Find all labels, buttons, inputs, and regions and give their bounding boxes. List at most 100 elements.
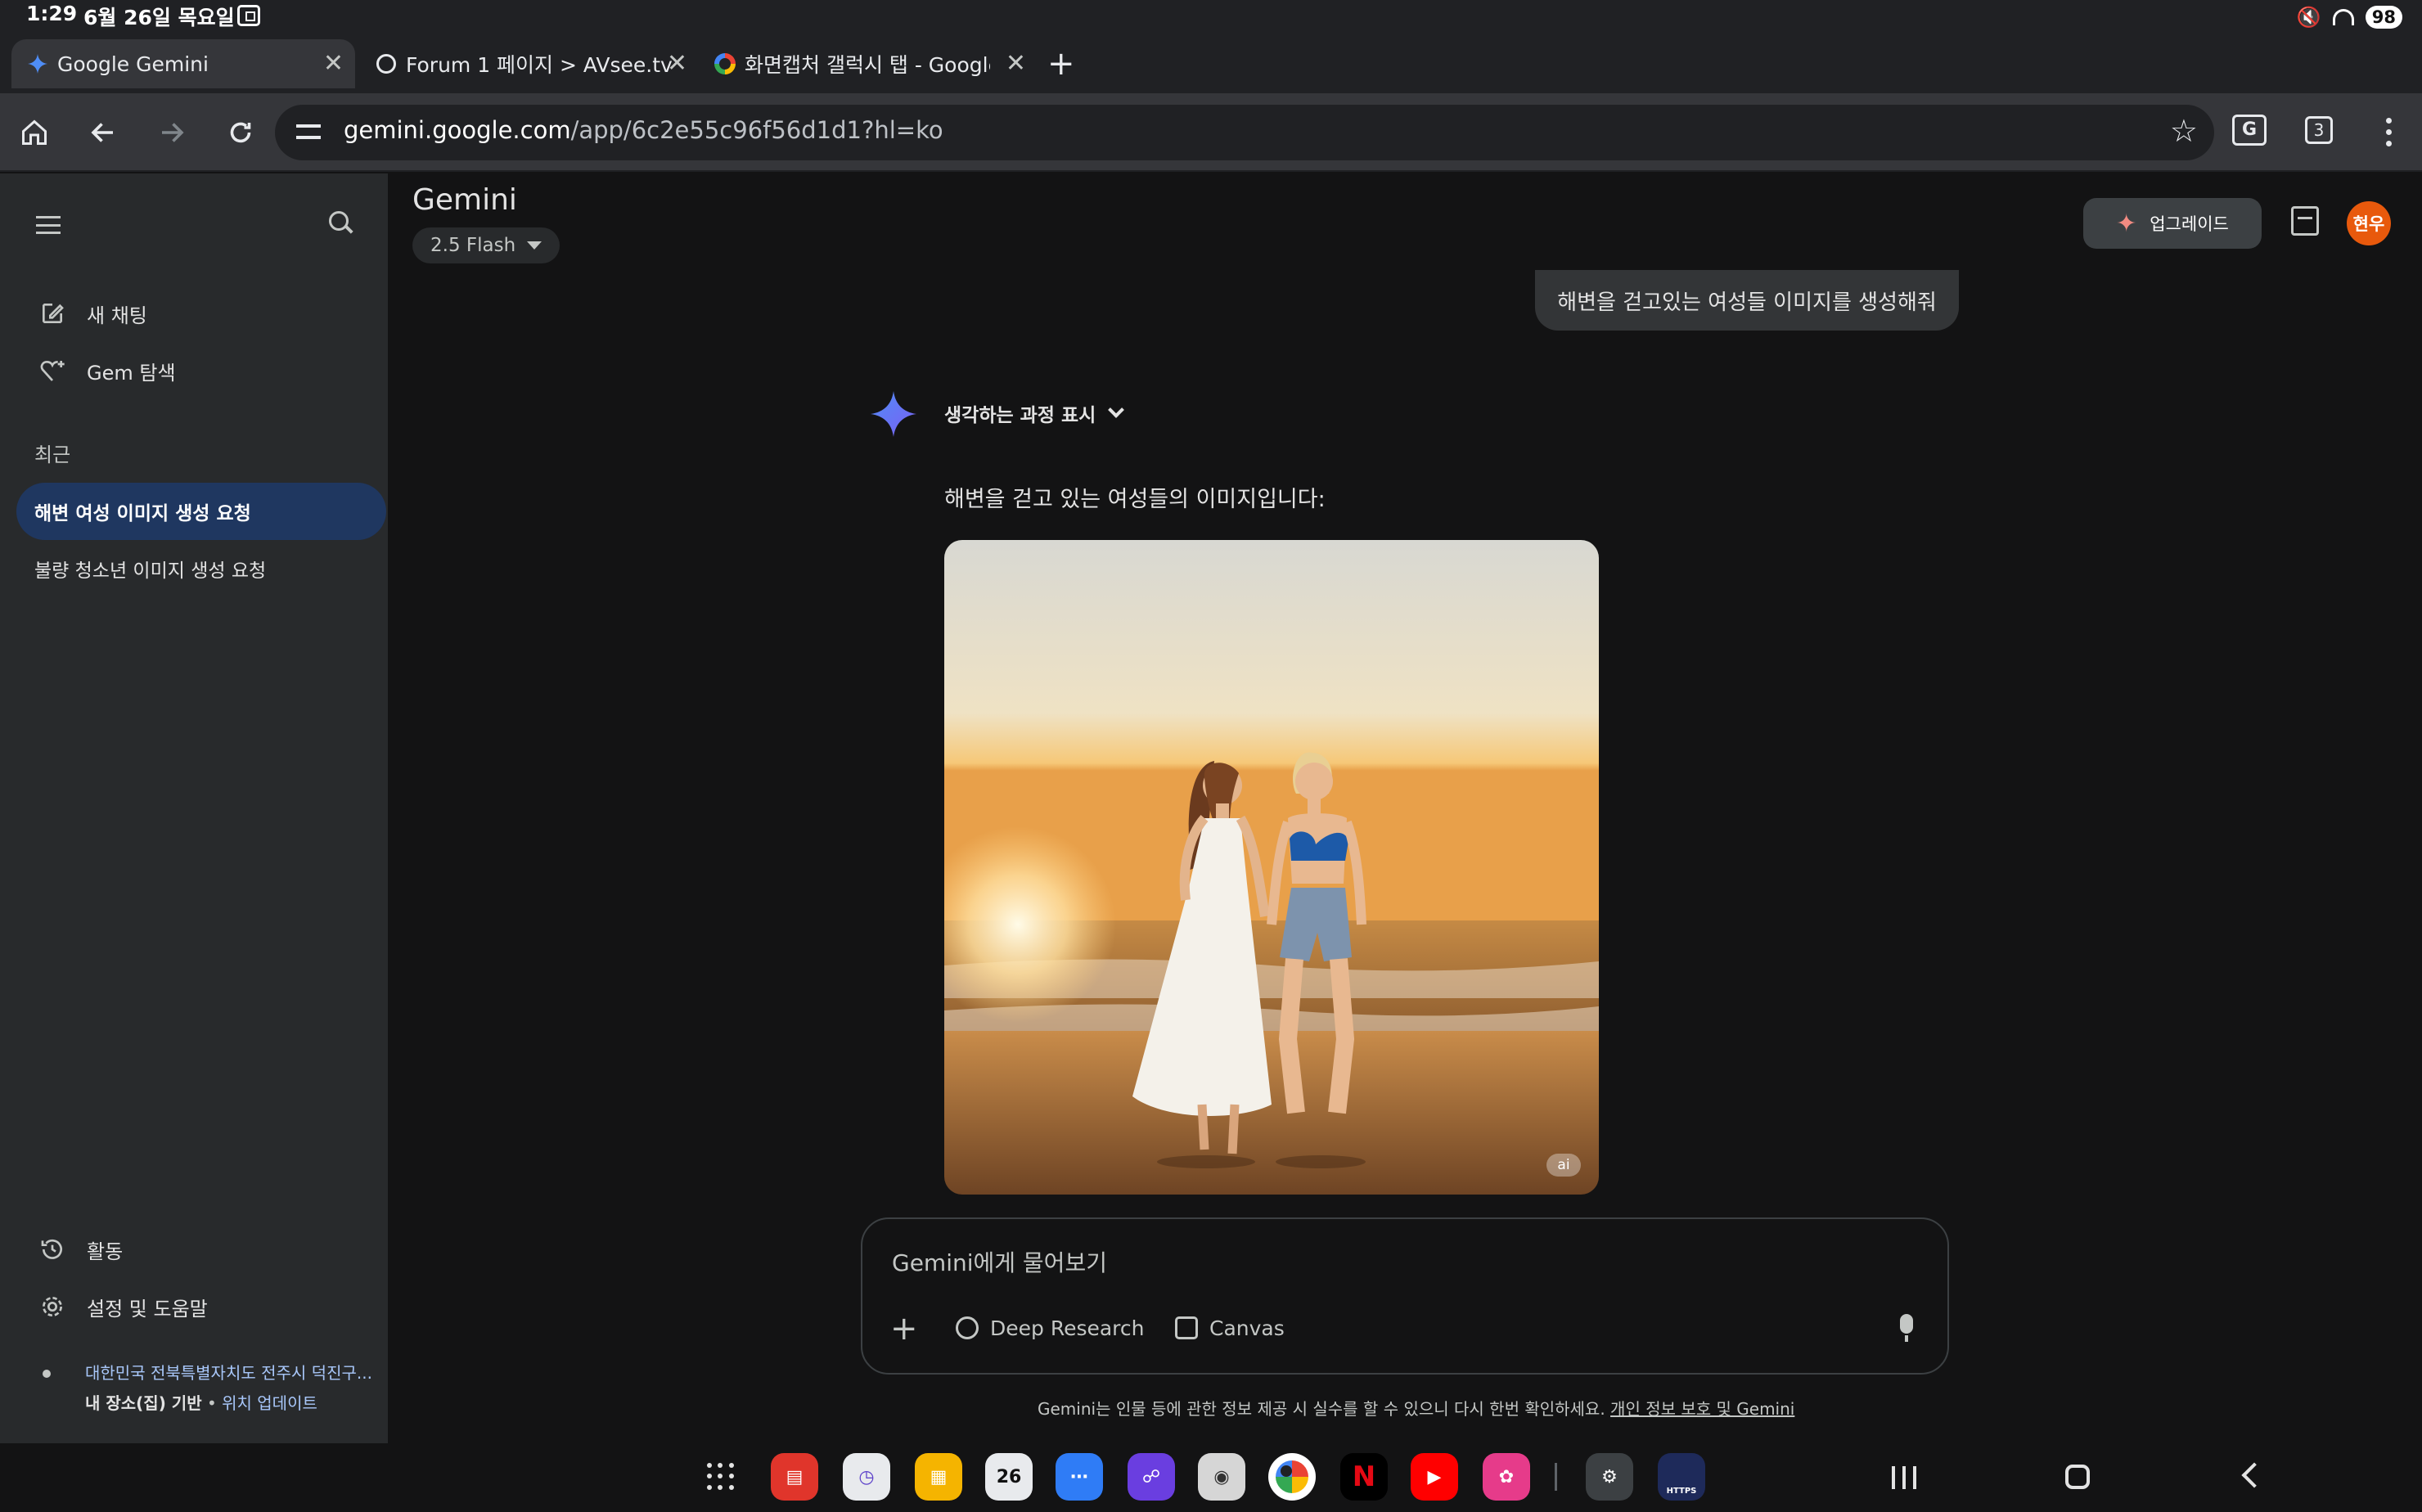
system-nav-bar: ▤ ◷ ▦ 26 ⋯ ☍ ◉ N ▶ ✿ ⚙ HTTPS xyxy=(0,1443,2422,1512)
bookmark-star-icon[interactable]: ☆ xyxy=(2170,113,2198,149)
youtube-app-icon[interactable]: ▶ xyxy=(1411,1453,1458,1501)
sidebar-item-settings[interactable]: 설정 및 도움말 xyxy=(16,1280,386,1334)
status-date: 6월 26일 목요일 xyxy=(83,6,235,29)
recents-button[interactable] xyxy=(1892,1466,1916,1489)
netflix-app-icon[interactable]: N xyxy=(1340,1453,1388,1501)
tab-title: Google Gemini xyxy=(57,52,209,76)
prompt-input-box[interactable]: Gemini에게 물어보기 + Deep Research Canvas xyxy=(861,1217,1949,1375)
files-app-icon[interactable]: ▦ xyxy=(915,1453,962,1501)
archive-icon[interactable] xyxy=(2291,206,2319,236)
translate-icon[interactable]: G xyxy=(2232,115,2267,146)
deep-research-button[interactable]: Deep Research xyxy=(956,1307,1145,1348)
model-name: 2.5 Flash xyxy=(430,235,516,256)
dock-divider xyxy=(1555,1463,1557,1491)
browser-toolbar: gemini.google.com/app/6c2e55c96f56d1d1?h… xyxy=(0,93,2422,172)
forward-button[interactable] xyxy=(151,111,193,154)
reload-button[interactable] xyxy=(219,111,262,154)
arrow-left-icon xyxy=(91,123,113,142)
settings-icon xyxy=(36,1290,69,1323)
edit-icon xyxy=(36,297,69,330)
sidebar-item-label: 활동 xyxy=(87,1240,124,1263)
https-app-icon[interactable]: HTTPS xyxy=(1658,1453,1705,1501)
show-thinking-toggle[interactable]: 생각하는 과정 표시 xyxy=(944,399,1125,427)
messages-app-icon[interactable]: ⋯ xyxy=(1056,1453,1103,1501)
arrow-right-icon xyxy=(162,123,184,142)
recent-chat-item[interactable]: 해변 여성 이미지 생성 요청 xyxy=(16,483,386,540)
tab-google-gemini[interactable]: Google Gemini ✕ xyxy=(11,39,355,88)
disclaimer-text: Gemini는 인물 등에 관한 정보 제공 시 실수를 할 수 있으니 다시 … xyxy=(1038,1399,1611,1419)
generated-image[interactable]: ai xyxy=(944,540,1599,1195)
microphone-icon[interactable] xyxy=(1900,1314,1913,1342)
tab-switcher-button[interactable]: 3 xyxy=(2305,116,2333,144)
internet-app-icon[interactable]: ☍ xyxy=(1128,1453,1175,1501)
upgrade-button[interactable]: ✦ 업그레이드 xyxy=(2083,198,2262,249)
user-message: 해변을 걷고있는 여성들 이미지를 생성해줘 xyxy=(1535,270,1959,331)
sidebar-item-new-chat[interactable]: 새 채팅 xyxy=(16,286,386,340)
app-drawer-icon[interactable] xyxy=(707,1463,735,1491)
address-url[interactable]: gemini.google.com/app/6c2e55c96f56d1d1?h… xyxy=(344,116,943,144)
home-icon xyxy=(22,119,47,145)
home-button[interactable] xyxy=(13,111,56,154)
model-selector[interactable]: 2.5 Flash xyxy=(412,227,560,263)
add-attachment-button[interactable]: + xyxy=(890,1312,918,1345)
calendar-app-icon[interactable]: 26 xyxy=(985,1453,1033,1501)
status-time: 1:29 xyxy=(26,2,78,25)
location-basis-row: 내 장소(집) 기반 • 위치 업데이트 xyxy=(85,1390,412,1414)
sidebar-item-activity[interactable]: 활동 xyxy=(16,1222,386,1276)
url-host: gemini.google.com xyxy=(344,116,571,144)
canvas-label: Canvas xyxy=(1209,1316,1285,1340)
address-bar[interactable]: gemini.google.com/app/6c2e55c96f56d1d1?h… xyxy=(275,105,2214,160)
status-bar: 1:29 6월 26일 목요일 🔇 98 xyxy=(0,0,2422,34)
recent-chat-item[interactable]: 불량 청소년 이미지 생성 요청 xyxy=(16,540,386,597)
disclaimer: Gemini는 인물 등에 관한 정보 제공 시 실수를 할 수 있으니 다시 … xyxy=(1038,1396,1794,1420)
upgrade-label: 업그레이드 xyxy=(2150,214,2229,234)
settings-app-icon[interactable]: ⚙ xyxy=(1586,1453,1633,1501)
tab-title: 화면캡처 갤럭시 탭 - Google 검 xyxy=(745,53,990,77)
avatar[interactable]: 현우 xyxy=(2347,201,2391,245)
sidebar: 새 채팅 Gem 탐색 최근 해변 여성 이미지 생성 요청 불량 청소년 이미… xyxy=(0,173,388,1443)
location-basis: 내 장소(집) 기반 xyxy=(85,1393,202,1413)
close-icon[interactable]: ✕ xyxy=(323,49,344,79)
location-info: 대한민국 전북특별자치도 전주시 덕진구... 내 장소(집) 기반 • 위치 … xyxy=(85,1360,412,1414)
wifi-icon xyxy=(2332,9,2354,25)
google-logo-icon xyxy=(714,52,736,75)
menu-icon[interactable] xyxy=(36,216,61,234)
clock-app-icon[interactable]: ◷ xyxy=(843,1453,890,1501)
sidebar-item-label: 새 채팅 xyxy=(87,304,147,327)
back-button[interactable] xyxy=(82,111,124,154)
thinking-label: 생각하는 과정 표시 xyxy=(944,405,1096,426)
prompt-placeholder[interactable]: Gemini에게 물어보기 xyxy=(892,1245,1107,1278)
location-dot-icon xyxy=(43,1370,51,1378)
status-indicators: 🔇 98 xyxy=(2297,3,2402,31)
home-nav-button[interactable] xyxy=(2065,1465,2090,1489)
camera-app-icon[interactable]: ◉ xyxy=(1198,1453,1245,1501)
tab-google-search[interactable]: 화면캡처 갤럭시 탭 - Google 검 ✕ xyxy=(699,39,1038,88)
chrome-app-icon[interactable] xyxy=(1268,1453,1316,1501)
globe-icon xyxy=(375,52,398,75)
back-nav-button[interactable] xyxy=(2241,1462,2267,1488)
canvas-icon xyxy=(1175,1316,1198,1339)
sidebar-item-gem-explore[interactable]: Gem 탐색 xyxy=(16,344,386,398)
gallery-app-icon[interactable]: ✿ xyxy=(1483,1453,1530,1501)
site-info-icon[interactable] xyxy=(296,119,321,144)
sidebar-item-label: Gem 탐색 xyxy=(87,361,176,385)
response-text: 해변을 걷고 있는 여성들의 이미지입니다: xyxy=(944,487,1326,512)
url-path: /app/6c2e55c96f56d1d1?hl=ko xyxy=(570,116,943,144)
new-tab-button[interactable]: + xyxy=(1047,44,1075,83)
tab-strip: Google Gemini ✕ Forum 1 페이지 > AVsee.tv ✕… xyxy=(0,34,2422,93)
ai-generated-badge: ai xyxy=(1546,1154,1581,1177)
privacy-link[interactable]: 개인 정보 보호 및 Gemini xyxy=(1610,1399,1794,1419)
more-menu-icon[interactable] xyxy=(2376,115,2401,149)
gemini-spark-icon xyxy=(26,52,49,75)
tab-avsee[interactable]: Forum 1 페이지 > AVsee.tv ✕ xyxy=(360,39,699,88)
update-location-link[interactable]: 위치 업데이트 xyxy=(222,1393,317,1413)
close-icon[interactable]: ✕ xyxy=(667,49,687,79)
recent-section-title: 최근 xyxy=(34,443,71,466)
location-address: 대한민국 전북특별자치도 전주시 덕진구... xyxy=(85,1363,372,1383)
close-icon[interactable]: ✕ xyxy=(1006,49,1026,79)
search-icon[interactable] xyxy=(327,209,355,237)
canvas-button[interactable]: Canvas xyxy=(1175,1307,1285,1348)
page-title: Gemini xyxy=(412,183,517,217)
screenshot-icon xyxy=(237,5,260,26)
notes-app-icon[interactable]: ▤ xyxy=(771,1453,818,1501)
